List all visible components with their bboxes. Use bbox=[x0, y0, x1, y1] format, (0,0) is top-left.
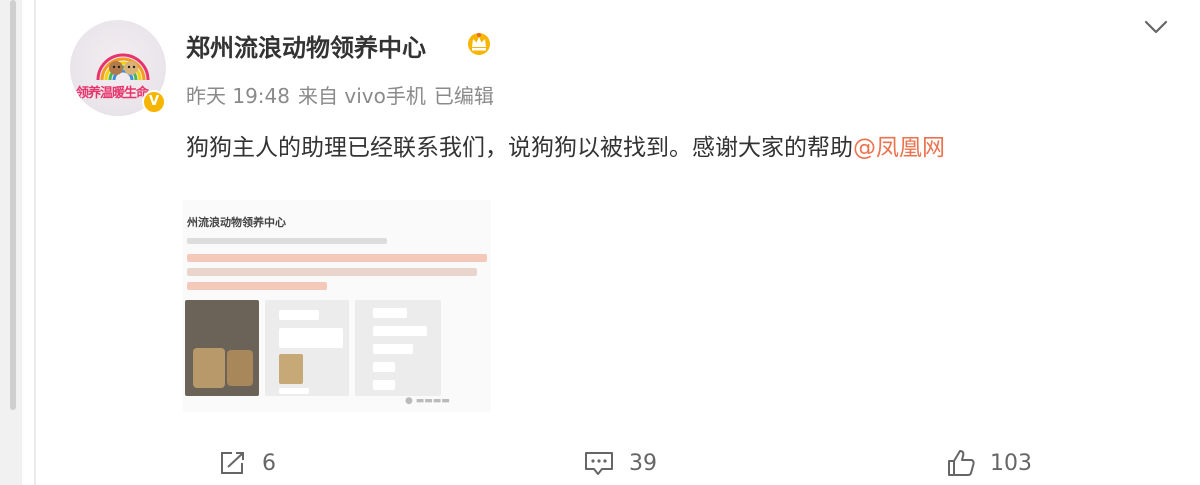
image-text-line bbox=[187, 254, 487, 262]
photo-thumbnail bbox=[185, 300, 259, 396]
verified-badge: V bbox=[142, 90, 166, 114]
image-meta-line bbox=[187, 236, 387, 244]
chat-screenshot bbox=[265, 300, 349, 396]
scrollbar-thumb[interactable] bbox=[10, 0, 16, 410]
crown-badge-icon[interactable] bbox=[466, 30, 492, 56]
post-content: 狗狗主人的助理已经联系我们，说狗狗以被找到。感谢大家的帮助@凤凰网 bbox=[186, 128, 945, 162]
chevron-down-icon[interactable] bbox=[1141, 15, 1171, 39]
like-button[interactable]: 103 bbox=[946, 448, 1032, 478]
post-time[interactable]: 昨天 19:48 bbox=[186, 84, 290, 108]
image-text-line bbox=[187, 268, 477, 276]
thumbs-up-icon bbox=[948, 450, 975, 476]
left-scroll-rail bbox=[0, 0, 22, 485]
author-name[interactable]: 郑州流浪动物领养中心 bbox=[186, 28, 426, 63]
image-title: 州流浪动物领养中心 bbox=[187, 216, 286, 229]
like-count: 103 bbox=[990, 450, 1032, 476]
repost-button[interactable]: 6 bbox=[218, 448, 276, 478]
image-watermark: ● ▬▬▬▬ bbox=[405, 396, 450, 406]
post-meta: 昨天 19:48 来自 vivo手机 已编辑 bbox=[186, 80, 502, 109]
divider bbox=[34, 0, 36, 485]
mention-link[interactable]: @凤凰网 bbox=[853, 135, 945, 161]
repost-icon bbox=[221, 452, 244, 474]
post-image[interactable]: 州流浪动物领养中心 ● ▬▬▬▬ bbox=[183, 200, 491, 412]
edited-label[interactable]: 已编辑 bbox=[434, 84, 494, 108]
chat-screenshot bbox=[355, 300, 441, 396]
post-body: 狗狗主人的助理已经联系我们，说狗狗以被找到。感谢大家的帮助 bbox=[186, 135, 853, 161]
rainbow-logo-icon bbox=[96, 53, 150, 81]
image-text-line bbox=[187, 282, 327, 290]
post-source: 来自 vivo手机 bbox=[298, 84, 426, 108]
repost-count: 6 bbox=[262, 450, 276, 476]
comment-count: 39 bbox=[629, 450, 657, 476]
comment-button[interactable]: 39 bbox=[583, 448, 657, 478]
comment-icon bbox=[585, 452, 613, 475]
